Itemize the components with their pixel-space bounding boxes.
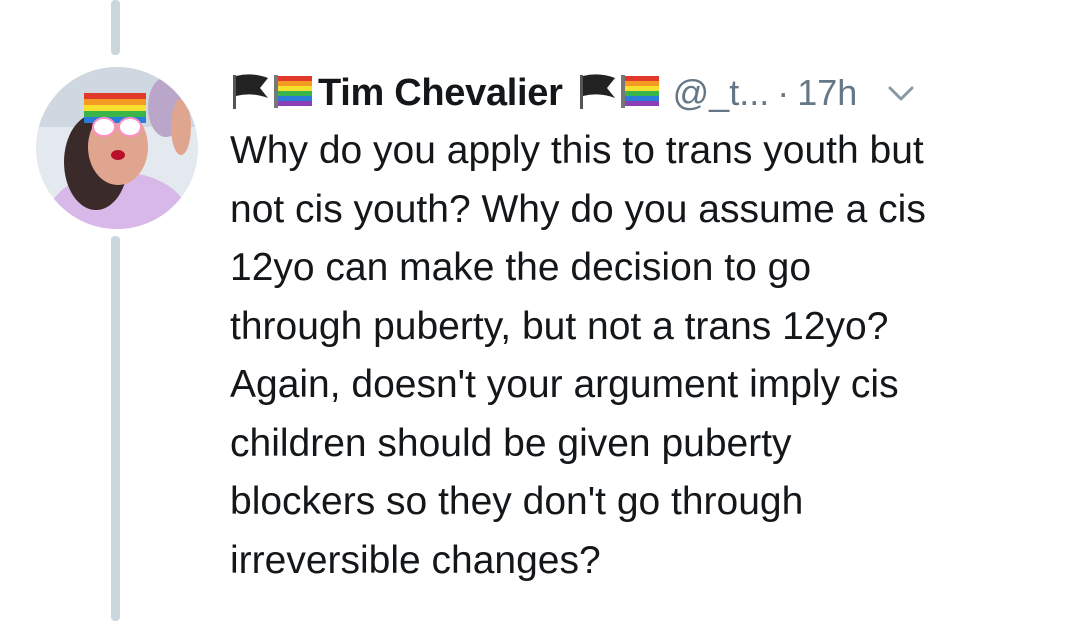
rainbow-flag-icon [619, 73, 661, 114]
header-separator: · [777, 72, 790, 113]
chevron-down-icon[interactable] [887, 85, 915, 108]
tweet-text-line: blockers so they don't go through [230, 480, 804, 523]
tweet-text-line: not cis youth? Why do you assume a cis [230, 187, 926, 231]
tweet-timestamp[interactable]: 17h [797, 72, 857, 114]
avatar[interactable] [36, 67, 198, 229]
author-name[interactable]: Tim Chevalier [318, 72, 563, 115]
thread-line-bottom [111, 236, 120, 621]
author-handle[interactable]: @_t... [673, 72, 770, 114]
black-flag-icon [230, 72, 270, 115]
thread-line-top [111, 0, 120, 55]
tweet-text-line: Again, doesn't your argument imply cis [230, 363, 899, 406]
tweet-text-line: 12yo can make the decision to go [230, 246, 812, 289]
black-flag-icon [577, 72, 617, 115]
tweet-text-line: Why do you apply this to trans youth but [230, 129, 924, 172]
rainbow-flag-icon [272, 73, 314, 114]
tweet-text: Why do you apply this to trans youth but… [230, 122, 1050, 590]
tweet-text-line: through puberty, but not a trans 12yo? [230, 304, 889, 348]
avatar-photo [36, 67, 198, 229]
tweet-text-line: children should be given puberty [230, 421, 792, 465]
tweet-text-line: irreversible changes? [230, 538, 601, 582]
tweet-header: Tim Chevalier @_t... · 17h [230, 68, 915, 118]
